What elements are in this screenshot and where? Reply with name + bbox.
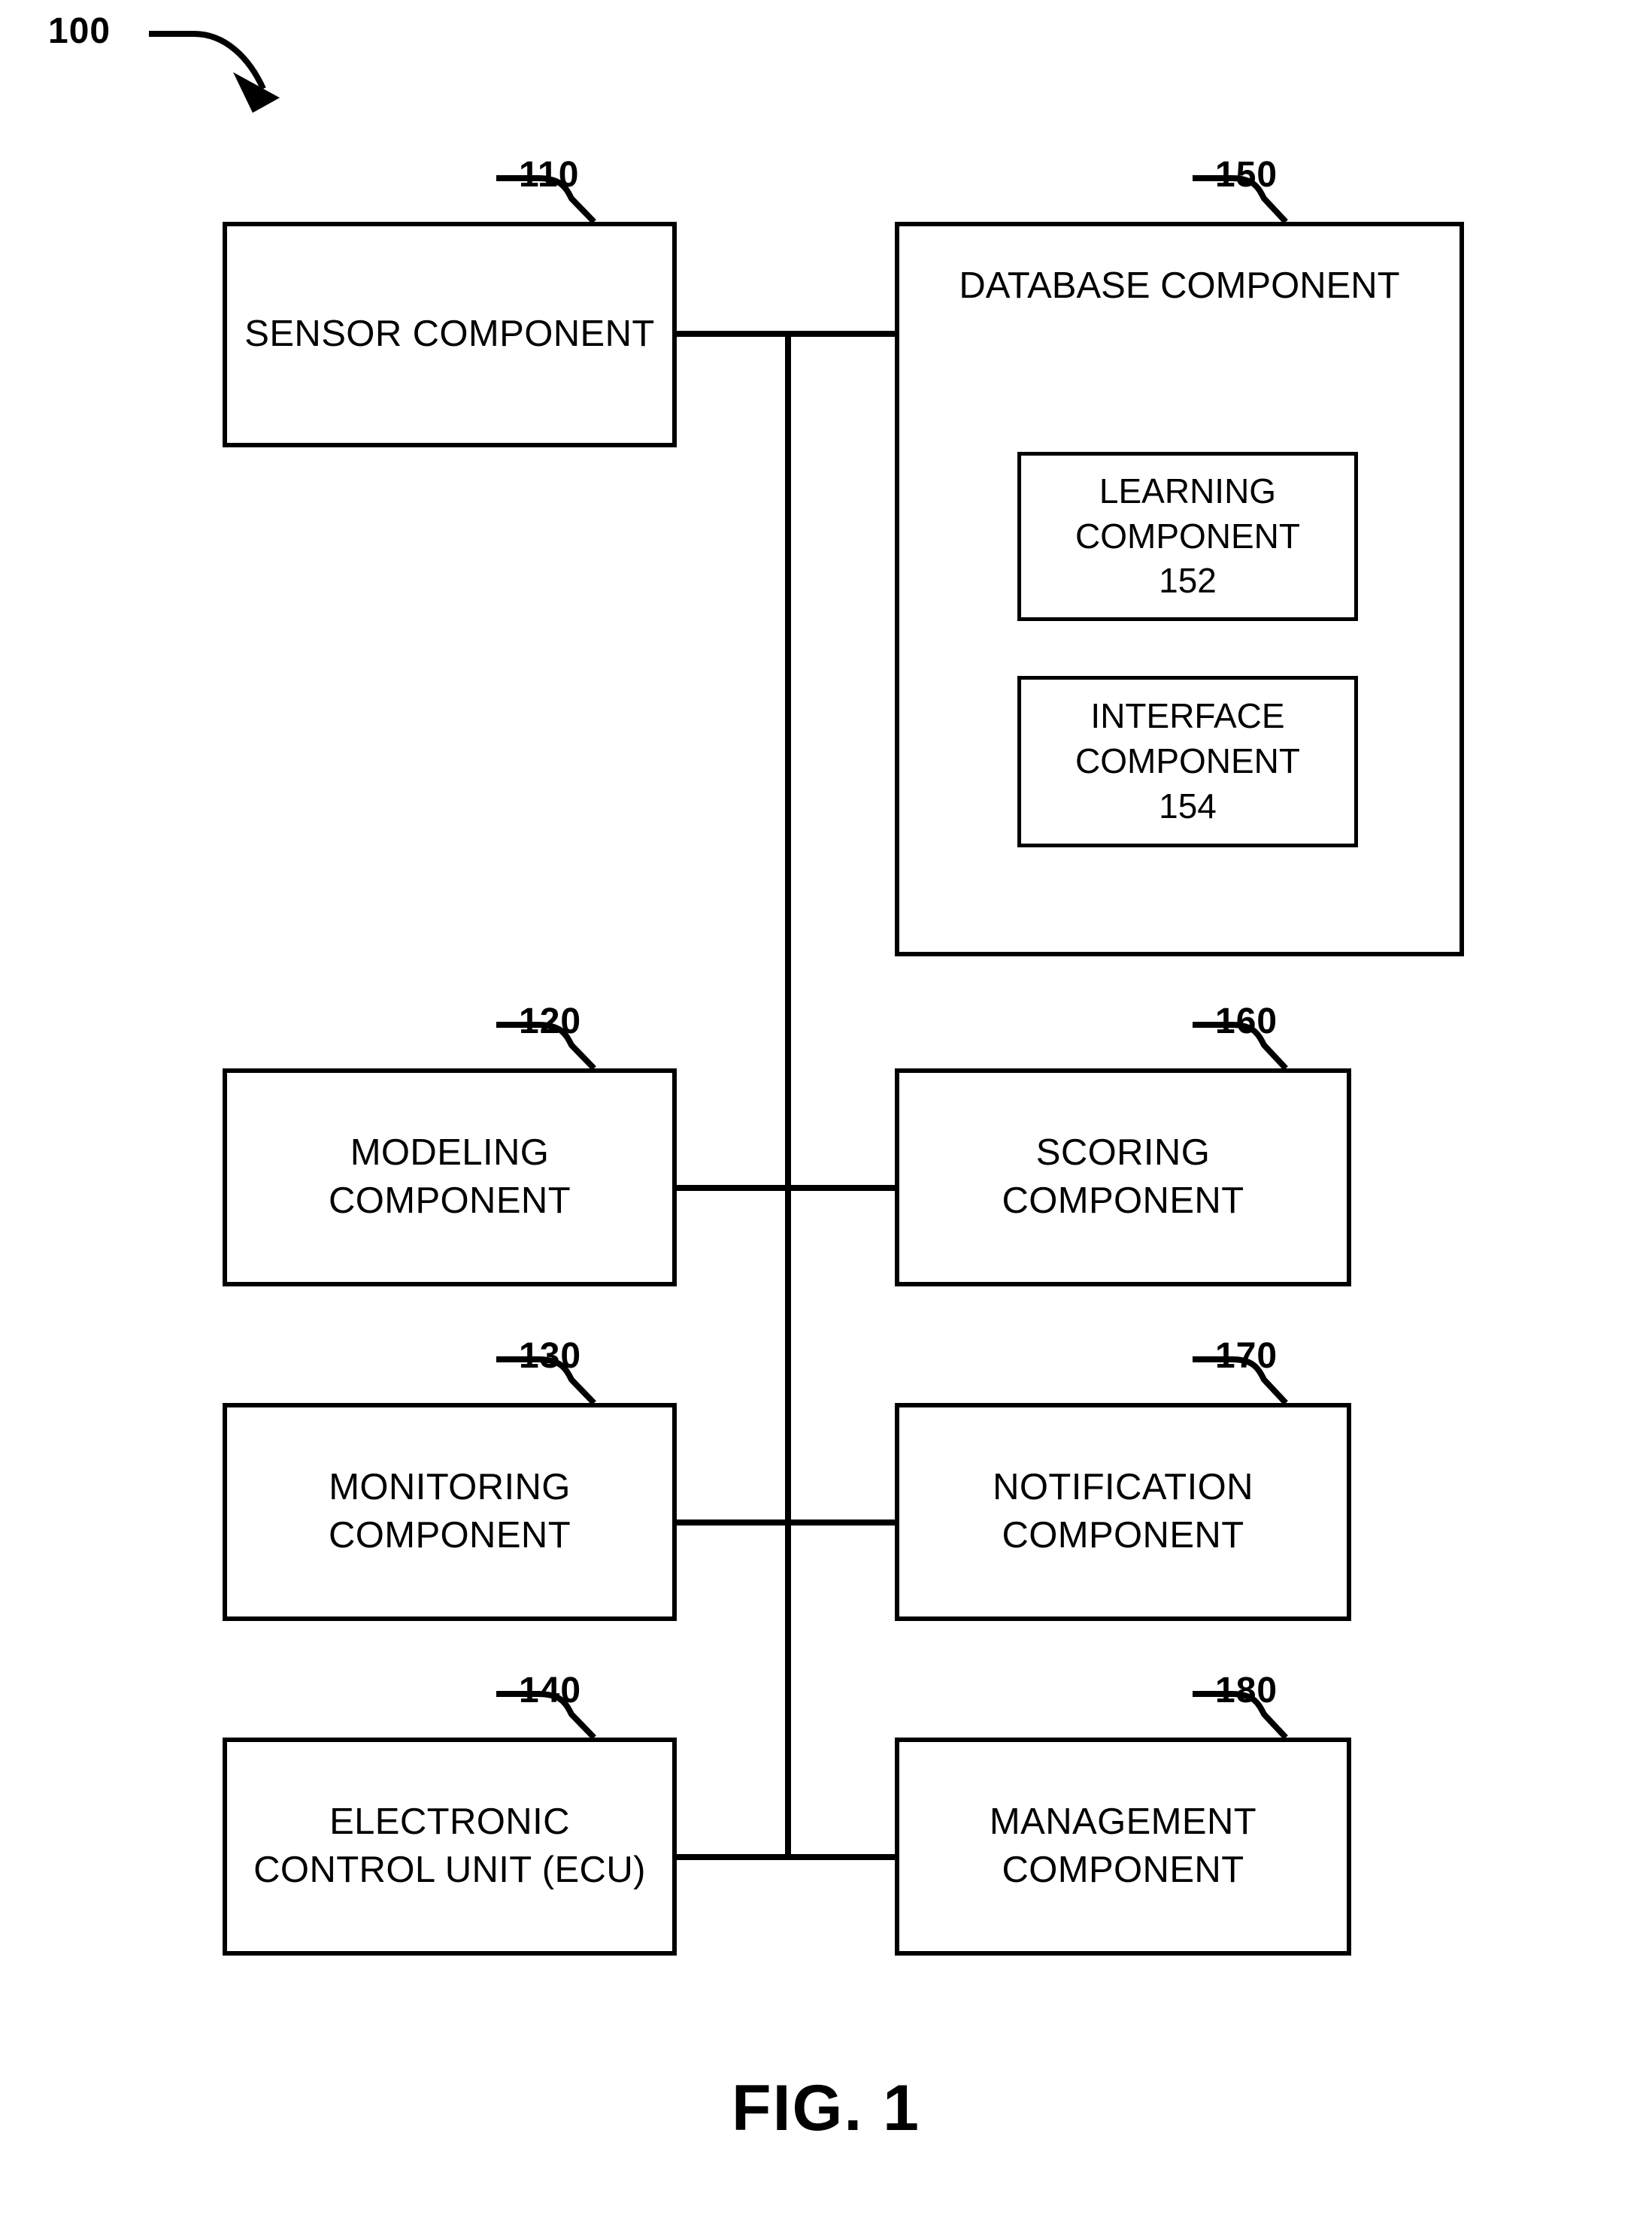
notification-component-label: NOTIFICATION COMPONENT <box>993 1467 1253 1556</box>
notification-component-box[interactable]: NOTIFICATION COMPONENT <box>895 1403 1351 1621</box>
scoring-component-label: SCORING COMPONENT <box>1002 1132 1244 1221</box>
sensor-component-label: SENSOR COMPONENT <box>244 314 655 355</box>
ecu-component-box[interactable]: ELECTRONIC CONTROL UNIT (ECU) <box>223 1738 677 1956</box>
ref-numeral-170: 170 <box>1215 1336 1278 1376</box>
database-component-box[interactable]: DATABASE COMPONENT LEARNING COMPONENT 15… <box>895 222 1464 956</box>
interface-component-box[interactable]: INTERFACE COMPONENT 154 <box>1017 676 1358 847</box>
figure-caption: FIG. 1 <box>732 2072 920 2144</box>
ref-numeral-180: 180 <box>1215 1671 1278 1710</box>
management-component-label: MANAGEMENT COMPONENT <box>989 1801 1257 1890</box>
ref-numeral-120: 120 <box>519 1001 582 1041</box>
ref-numeral-110: 110 <box>519 155 580 195</box>
ref-numeral-130: 130 <box>519 1336 582 1376</box>
database-component-label: DATABASE COMPONENT <box>959 265 1400 306</box>
patent-figure-1: 100 110 150 120 160 130 170 140 180 SENS… <box>0 0 1652 2230</box>
management-component-box[interactable]: MANAGEMENT COMPONENT <box>895 1738 1351 1956</box>
monitoring-component-label: MONITORING COMPONENT <box>328 1467 571 1556</box>
arrowhead <box>233 72 280 113</box>
ref-numeral-140: 140 <box>519 1671 582 1710</box>
learning-component-label: LEARNING COMPONENT 152 <box>1075 471 1300 601</box>
ref-numeral-150: 150 <box>1215 155 1278 195</box>
sensor-component-box[interactable]: SENSOR COMPONENT <box>223 222 677 447</box>
system-reference-numeral: 100 <box>48 11 111 51</box>
learning-component-box[interactable]: LEARNING COMPONENT 152 <box>1017 452 1358 621</box>
modeling-component-label: MODELING COMPONENT <box>328 1132 571 1221</box>
modeling-component-box[interactable]: MODELING COMPONENT <box>223 1068 677 1286</box>
ref-numeral-160: 160 <box>1215 1001 1278 1041</box>
ecu-component-label: ELECTRONIC CONTROL UNIT (ECU) <box>253 1801 646 1890</box>
scoring-component-box[interactable]: SCORING COMPONENT <box>895 1068 1351 1286</box>
interface-component-label: INTERFACE COMPONENT 154 <box>1075 696 1300 826</box>
monitoring-component-box[interactable]: MONITORING COMPONENT <box>223 1403 677 1621</box>
